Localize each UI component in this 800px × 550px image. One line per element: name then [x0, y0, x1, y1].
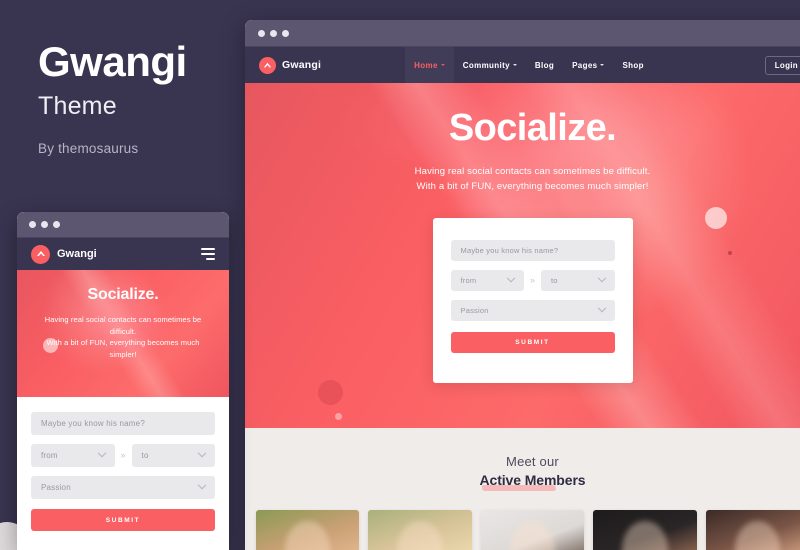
screenshot-stage: Gwangi Theme By themosaurus Gwangi Home …: [0, 0, 800, 550]
name-search-input[interactable]: Maybe you know his name?: [450, 240, 615, 262]
main-nav: Home Community Blog Pages Shop: [405, 47, 653, 83]
nav-item-shop[interactable]: Shop: [613, 47, 652, 83]
chevron-down-icon: [600, 64, 605, 66]
chevron-up-logo-icon: [259, 56, 276, 74]
mobile-titlebar: [17, 212, 229, 238]
nav-item-community[interactable]: Community: [454, 47, 526, 83]
mobile-passion-select[interactable]: Passion: [31, 476, 215, 499]
promo-title: Gwangi: [38, 38, 187, 85]
age-from-label: from: [460, 276, 477, 286]
site-navbar: Gwangi Home Community Blog Pages Shop Lo…: [245, 47, 800, 83]
age-from-select[interactable]: from: [450, 270, 524, 292]
passion-select[interactable]: Passion: [450, 300, 615, 322]
promo-column: Gwangi Theme By themosaurus: [38, 38, 253, 157]
mobile-browser-window: Gwangi Socialize. Having real social con…: [17, 212, 229, 550]
hamburger-menu-icon[interactable]: [201, 248, 215, 260]
promo-author: By themosaurus: [38, 141, 139, 157]
mobile-age-from-label: from: [41, 451, 58, 460]
nav-item-home-label: Home: [414, 60, 438, 70]
age-to-label: to: [551, 276, 558, 286]
mobile-age-to-label: to: [141, 451, 149, 460]
desktop-viewport: Gwangi Home Community Blog Pages Shop Lo…: [245, 47, 800, 550]
nav-item-shop-label: Shop: [622, 60, 644, 70]
hero-section: Socialize. Having real social contacts c…: [245, 83, 800, 428]
active-members-section: Meet our Active Members: [245, 428, 800, 550]
mobile-hero-content: Socialize. Having real social contacts c…: [17, 270, 229, 361]
maximize-dot[interactable]: [53, 221, 60, 228]
mobile-passion-label: Passion: [41, 483, 71, 492]
chevron-up-logo-icon: [31, 244, 50, 264]
site-logo[interactable]: Gwangi: [259, 56, 322, 74]
chevron-down-icon: [440, 64, 445, 66]
member-card[interactable]: [593, 510, 697, 550]
age-to-select[interactable]: to: [541, 270, 615, 292]
mobile-hero-section: Socialize. Having real social contacts c…: [17, 270, 229, 397]
window-controls[interactable]: [258, 29, 289, 37]
member-card[interactable]: [368, 510, 472, 550]
desktop-titlebar: [245, 20, 800, 47]
chevron-down-icon: [97, 448, 106, 457]
nav-item-pages[interactable]: Pages: [563, 47, 613, 83]
mobile-hero-title: Socialize.: [87, 286, 159, 303]
mobile-hero-subtitle-line-2: difficult.: [109, 326, 137, 336]
login-button[interactable]: Login: [764, 55, 800, 75]
nav-item-home[interactable]: Home: [405, 47, 454, 83]
mobile-member-search-form: Maybe you know his name? from » to Passi…: [17, 397, 229, 531]
range-separator: »: [530, 275, 536, 286]
mobile-submit-button[interactable]: SUBMIT: [31, 509, 215, 531]
mobile-name-search-input[interactable]: Maybe you know his name?: [31, 412, 215, 435]
member-card[interactable]: [256, 510, 360, 550]
age-range-row: from » to: [450, 270, 615, 292]
promo-subtitle: Theme: [38, 92, 117, 121]
mobile-window-controls[interactable]: [29, 221, 60, 228]
mobile-brand-name: Gwangi: [57, 248, 97, 260]
mobile-name-search-placeholder: Maybe you know his name?: [41, 419, 145, 428]
chevron-down-icon: [512, 64, 517, 66]
mobile-hero-subtitle-line-4: simpler!: [109, 349, 137, 359]
hero-subtitle-line-1: Having real social contacts can sometime…: [414, 165, 651, 177]
mobile-age-range-row: from » to: [31, 444, 216, 467]
mobile-navbar: Gwangi: [17, 238, 229, 270]
submit-button[interactable]: SUBMIT: [450, 332, 615, 354]
member-card-row: [245, 510, 800, 550]
mobile-viewport: Gwangi Socialize. Having real social con…: [17, 238, 229, 550]
nav-item-blog[interactable]: Blog: [526, 47, 563, 83]
mobile-age-from-select[interactable]: from: [31, 444, 115, 467]
minimize-dot[interactable]: [270, 29, 277, 37]
nav-item-blog-label: Blog: [534, 60, 555, 70]
minimize-dot[interactable]: [41, 221, 48, 228]
mobile-hero-subtitle: Having real social contacts can sometime…: [17, 314, 229, 361]
name-search-placeholder: Maybe you know his name?: [460, 246, 559, 256]
mobile-range-separator: »: [120, 450, 126, 460]
hero-title: Socialize.: [448, 107, 617, 149]
maximize-dot[interactable]: [282, 29, 289, 37]
hero-subtitle-line-2: With a bit of FUN, everything becomes mu…: [416, 181, 649, 193]
mobile-site-logo[interactable]: Gwangi: [31, 244, 97, 264]
chevron-down-icon: [597, 303, 606, 313]
chevron-down-icon: [197, 480, 207, 489]
brand-name: Gwangi: [282, 59, 322, 71]
member-card[interactable]: [705, 510, 800, 550]
mobile-hero-subtitle-line-1: Having real social contacts can sometime…: [44, 315, 202, 324]
chevron-down-icon: [506, 273, 516, 283]
hero-subtitle: Having real social contacts can sometime…: [245, 164, 800, 195]
mobile-age-to-select[interactable]: to: [131, 444, 216, 467]
nav-item-community-label: Community: [462, 60, 510, 70]
close-dot[interactable]: [258, 29, 265, 37]
chevron-down-icon: [597, 273, 606, 283]
passion-label: Passion: [460, 306, 489, 316]
member-search-form: Maybe you know his name? from » to Passi…: [432, 218, 633, 384]
member-card[interactable]: [480, 510, 585, 550]
desktop-browser-window: Gwangi Home Community Blog Pages Shop Lo…: [245, 20, 800, 550]
mobile-hero-subtitle-line-3: With a bit of FUN, everything becomes mu…: [46, 338, 200, 348]
brush-underline-decoration: [481, 485, 556, 491]
members-title: Active Members: [480, 472, 586, 491]
nav-item-pages-label: Pages: [572, 60, 598, 70]
hero-content: Socialize. Having real social contacts c…: [245, 83, 800, 384]
members-kicker: Meet our: [506, 454, 559, 469]
chevron-down-icon: [197, 448, 207, 457]
close-dot[interactable]: [29, 221, 36, 228]
